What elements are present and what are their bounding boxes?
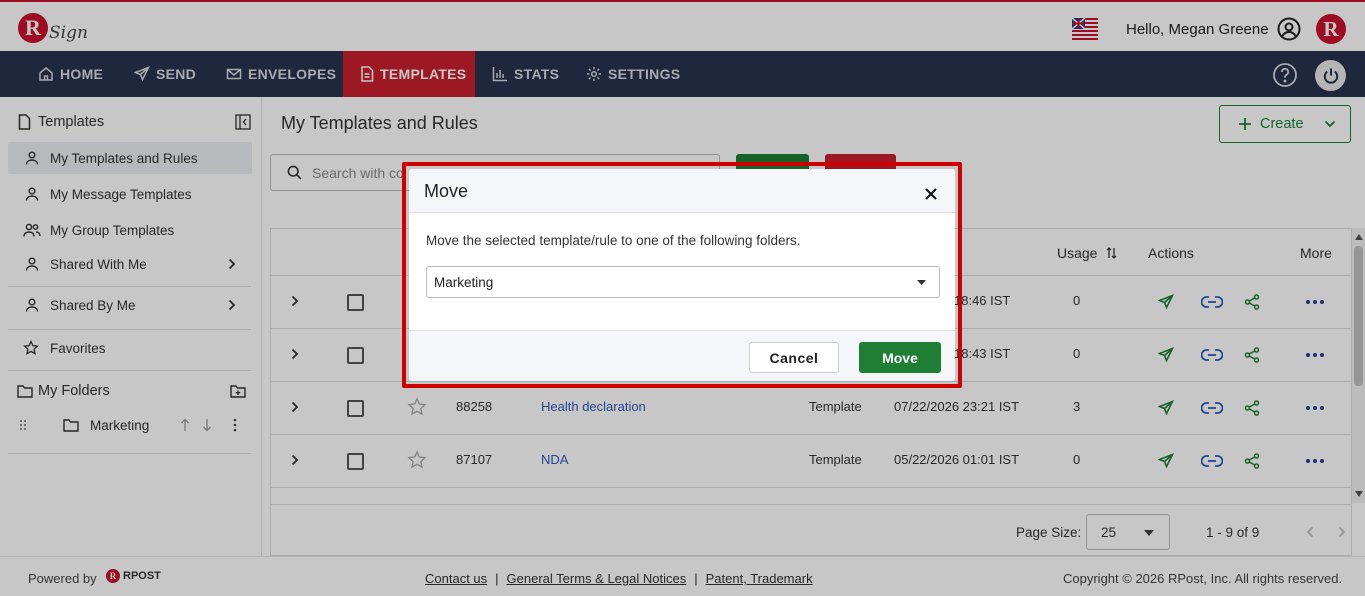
cancel-button[interactable]: Cancel [749, 342, 839, 373]
move-button[interactable]: Move [859, 342, 941, 373]
dialog-footer: Cancel Move [409, 330, 955, 381]
folder-select-value: Marketing [434, 274, 494, 290]
move-dialog: Move Move the selected template/rule to … [409, 169, 955, 381]
dialog-description: Move the selected template/rule to one o… [426, 233, 801, 248]
folder-select[interactable]: Marketing [426, 266, 940, 298]
caret-down-icon [917, 280, 926, 285]
close-icon[interactable] [925, 188, 937, 200]
dialog-header: Move [409, 169, 955, 213]
dialog-title: Move [424, 181, 469, 201]
